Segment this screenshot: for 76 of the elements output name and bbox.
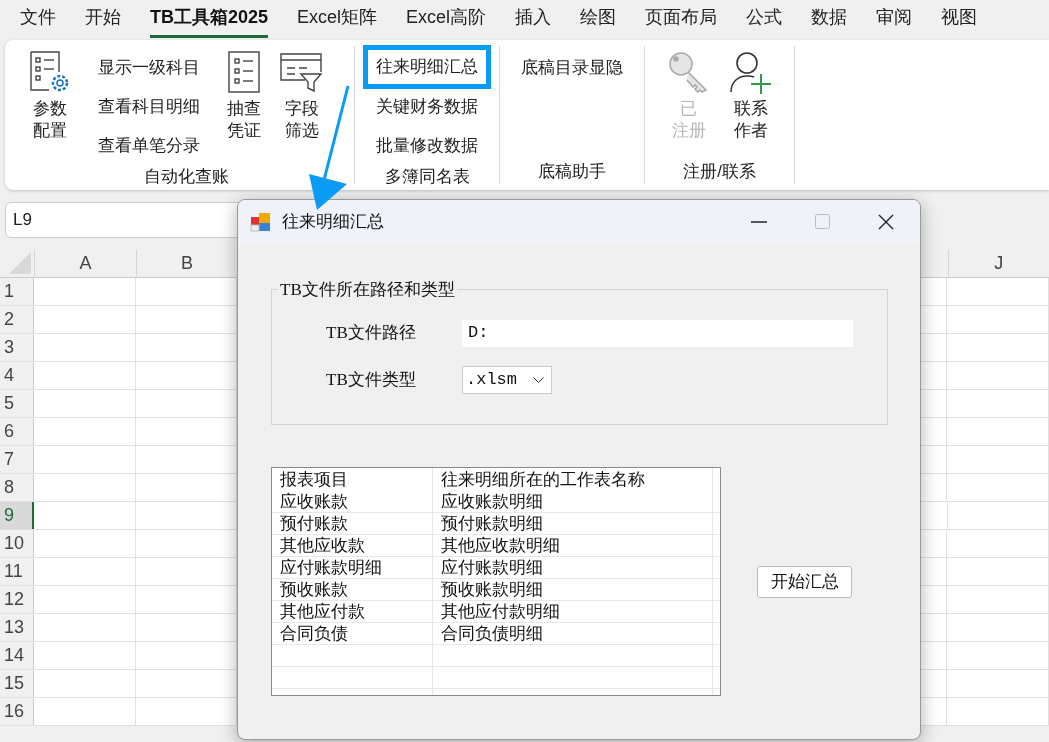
table-cell[interactable]: 预付账款明细 <box>433 513 713 534</box>
list-gear-icon <box>29 50 71 94</box>
ribbon-group-label: 底稿助手 <box>538 160 606 183</box>
row-header[interactable]: 14 <box>0 642 35 669</box>
table-cell[interactable]: 其他应付款明细 <box>433 601 713 622</box>
row-header[interactable]: 8 <box>0 474 35 501</box>
type-dropdown[interactable]: .xlsm <box>462 365 552 394</box>
ribbon-group-label: 注册/联系 <box>683 160 756 183</box>
close-icon[interactable] <box>878 213 894 230</box>
menu-tab[interactable]: 文件 <box>20 4 56 38</box>
ribbon-button[interactable]: 查看单笔分录 <box>85 126 213 165</box>
row-header[interactable]: 4 <box>0 362 35 389</box>
row-header[interactable]: 2 <box>0 306 35 333</box>
menu-tab[interactable]: 页面布局 <box>645 4 718 38</box>
ribbon-button[interactable]: 底稿目录显隐 <box>508 48 636 87</box>
filter-window-icon <box>279 50 325 94</box>
menu-tab[interactable]: 审阅 <box>876 4 913 38</box>
path-label: TB文件路径 <box>326 322 417 345</box>
table-cell[interactable]: 其他应收款 <box>272 535 433 556</box>
row-header[interactable]: 12 <box>0 586 35 613</box>
type-label: TB文件类型 <box>326 368 417 391</box>
ribbon-button[interactable]: 批量修改数据 <box>363 126 491 165</box>
menu-tab[interactable]: 视图 <box>941 4 978 38</box>
person-add-icon <box>728 50 773 94</box>
maximize-icon[interactable] <box>815 214 830 229</box>
table-cell[interactable]: 应收账款明细 <box>433 491 713 512</box>
row-header[interactable]: 16 <box>0 698 35 725</box>
chevron-down-icon <box>533 376 544 383</box>
ribbon-large-button[interactable]: 联系 作者 <box>724 46 777 142</box>
list-icon <box>227 50 261 94</box>
menu-tab[interactable]: 绘图 <box>580 4 617 38</box>
row-header[interactable]: 15 <box>0 670 35 697</box>
row-header[interactable]: 13 <box>0 614 35 641</box>
menu-tab[interactable]: Excel矩阵 <box>297 4 378 38</box>
column-header[interactable]: 往来明细所在的工作表名称 <box>433 468 713 491</box>
row-header[interactable]: 5 <box>0 390 35 417</box>
ribbon-large-button[interactable]: 抽查 凭证 <box>223 46 265 142</box>
table-cell[interactable]: 预收账款明细 <box>433 579 713 600</box>
ribbon-button[interactable]: 显示一级科目 <box>85 48 213 87</box>
table-cell[interactable]: 应付账款明细 <box>433 557 713 578</box>
ribbon-large-button[interactable]: 字段 筛选 <box>275 46 329 142</box>
menu-tab[interactable]: Excel高阶 <box>406 4 487 38</box>
menu-tab[interactable]: 开始 <box>85 4 121 38</box>
ribbon-group-label: 多簿同名表 <box>384 166 470 188</box>
table-cell[interactable]: 应收账款 <box>272 491 433 512</box>
path-input[interactable]: D: <box>462 319 853 347</box>
column-header[interactable]: 报表项目 <box>272 468 433 491</box>
column-header[interactable]: A <box>34 250 136 277</box>
row-header[interactable]: 1 <box>0 278 35 305</box>
minimize-icon[interactable] <box>751 220 767 223</box>
column-header[interactable]: J <box>947 250 1049 277</box>
table-cell[interactable]: 预付账款 <box>272 513 433 534</box>
ribbon-group-label: 自动化查账 <box>144 166 229 188</box>
table-cell[interactable]: 其他应收款明细 <box>433 535 713 556</box>
table-cell[interactable]: 合同负债 <box>272 623 433 644</box>
row-header[interactable]: 11 <box>0 558 35 585</box>
menu-tab[interactable]: 数据 <box>811 4 848 38</box>
group-box-legend: TB文件所在路径和类型 <box>278 277 457 303</box>
ribbon-button[interactable]: 往来明细汇总 <box>363 45 491 89</box>
row-header[interactable]: 6 <box>0 418 35 445</box>
table-cell[interactable]: 合同负债明细 <box>433 623 713 644</box>
app-icon <box>250 210 272 233</box>
row-header[interactable]: 10 <box>0 530 35 557</box>
dialog-title: 往来明细汇总 <box>282 210 384 233</box>
table-cell[interactable]: 应付账款明细 <box>272 557 433 578</box>
ribbon-large-button[interactable]: 参数 配置 <box>25 46 75 142</box>
table-cell[interactable]: 其他应付款 <box>272 601 433 622</box>
start-button[interactable]: 开始汇总 <box>757 565 852 598</box>
ribbon-button[interactable]: 查看科目明细 <box>85 87 213 126</box>
table-cell[interactable]: 预收账款 <box>272 579 433 600</box>
row-header[interactable]: 9 <box>0 502 35 529</box>
ribbon-button[interactable]: 关键财务数据 <box>363 87 491 126</box>
menu-tab[interactable]: 公式 <box>746 4 783 38</box>
menu-tab[interactable]: 插入 <box>515 4 552 38</box>
row-header[interactable]: 3 <box>0 334 35 361</box>
row-header[interactable]: 7 <box>0 446 35 473</box>
